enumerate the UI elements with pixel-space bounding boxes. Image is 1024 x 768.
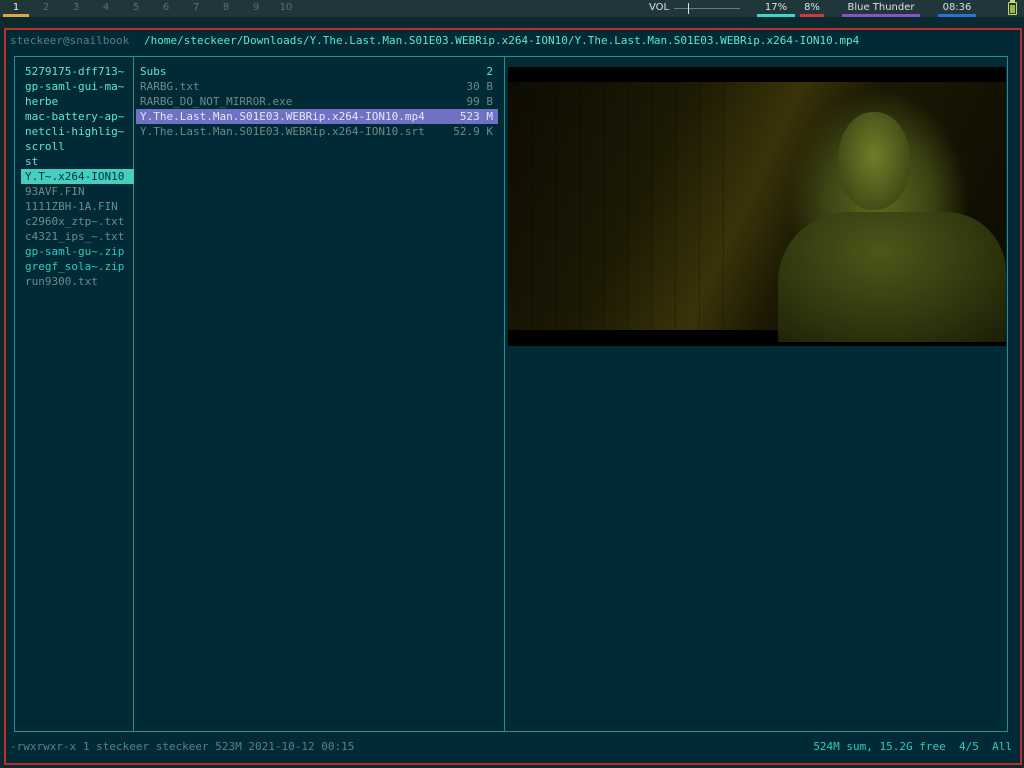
file-name: Y.The.Last.Man.S01E03.WEBRip.x264-ION10.… <box>140 110 425 123</box>
header-path: /home/steckeer/Downloads/Y.The.Last.Man.… <box>144 34 860 47</box>
clock: 08:36 <box>938 0 976 17</box>
file-size: 52.9 K <box>453 125 493 138</box>
file-list-item[interactable]: Y.The.Last.Man.S01E03.WEBRip.x264-ION10.… <box>136 109 498 124</box>
file-name: RARBG.txt <box>140 80 200 93</box>
file-info: -rwxrwxr-x 1 steckeer steckeer 523M 2021… <box>10 740 355 753</box>
preview-image <box>508 82 1006 342</box>
terminal-window: steckeer@snailbook /home/steckeer/Downlo… <box>4 28 1022 765</box>
parent-list-item[interactable]: 5279175-dff713~ <box>21 64 134 79</box>
workspace-9[interactable]: 9 <box>241 0 271 17</box>
workspace-6[interactable]: 6 <box>151 0 181 17</box>
file-list-item[interactable]: Subs 2 <box>136 64 498 79</box>
file-size: 30 B <box>466 80 494 93</box>
parent-list-item[interactable]: gp-saml-gui-ma~ <box>21 79 134 94</box>
file-size: 523 M <box>459 110 493 123</box>
workspace-3[interactable]: 3 <box>61 0 91 17</box>
parent-list-item[interactable]: run9300.txt <box>21 274 134 289</box>
parent-list-item[interactable]: scroll <box>21 139 134 154</box>
file-name: RARBG_DO_NOT_MIRROR.exe <box>140 95 293 108</box>
file-name: Subs <box>140 65 167 78</box>
directory-summary: 524M sum, 15.2G free 4/5 All <box>813 740 1012 753</box>
file-list-item[interactable]: RARBG.txt 30 B <box>136 79 498 94</box>
file-size: 99 B <box>466 95 494 108</box>
status-bar: 1 2 3 4 5 6 7 8 9 10 VOL 17% 8% Blue Thunder 08:3… <box>0 0 1024 17</box>
memory-indicator: 8% <box>800 0 824 17</box>
parent-list-item[interactable]: gregf_sola~.zip <box>21 259 134 274</box>
file-list-item[interactable]: Y.The.Last.Man.S01E03.WEBRip.x264-ION10.… <box>136 124 498 139</box>
volume-slider[interactable] <box>674 8 740 9</box>
file-name: Y.The.Last.Man.S01E03.WEBRip.x264-ION10.… <box>140 125 425 138</box>
volume-knob[interactable] <box>688 3 689 14</box>
workspace-5[interactable]: 5 <box>121 0 151 17</box>
parent-list-item[interactable]: Y.T~.x264-ION10 <box>21 169 134 184</box>
parent-list-item[interactable]: 1111ZBH-1A.FIN <box>21 199 134 214</box>
workspace-10[interactable]: 10 <box>271 0 301 17</box>
workspace-4[interactable]: 4 <box>91 0 121 17</box>
parent-list-item[interactable]: c2960x_ztp~.txt <box>21 214 134 229</box>
battery-icon <box>1008 0 1017 15</box>
file-list-item[interactable]: RARBG_DO_NOT_MIRROR.exe 99 B <box>136 94 498 109</box>
volume-label: VOL <box>649 2 670 13</box>
parent-list-item[interactable]: gp-saml-gu~.zip <box>21 244 134 259</box>
parent-list-item[interactable]: mac-battery-ap~ <box>21 109 134 124</box>
parent-list-item[interactable]: 93AVF.FIN <box>21 184 134 199</box>
column-separator <box>504 57 505 731</box>
workspace-8[interactable]: 8 <box>211 0 241 17</box>
parent-list-item[interactable]: herbe <box>21 94 134 109</box>
parent-list-item[interactable]: st <box>21 154 134 169</box>
workspace-1[interactable]: 1 <box>1 0 31 17</box>
header-user: steckeer@snailbook <box>10 34 130 47</box>
cpu-indicator: 17% <box>757 0 795 17</box>
parent-list-item[interactable]: netcli-highlig~ <box>21 124 134 139</box>
workspace-7[interactable]: 7 <box>181 0 211 17</box>
video-preview <box>508 67 1006 346</box>
parent-list-item[interactable]: c4321_ips_~.txt <box>21 229 134 244</box>
theme-indicator: Blue Thunder <box>842 0 920 17</box>
file-size: 2 <box>486 65 493 78</box>
workspace-2[interactable]: 2 <box>31 0 61 17</box>
